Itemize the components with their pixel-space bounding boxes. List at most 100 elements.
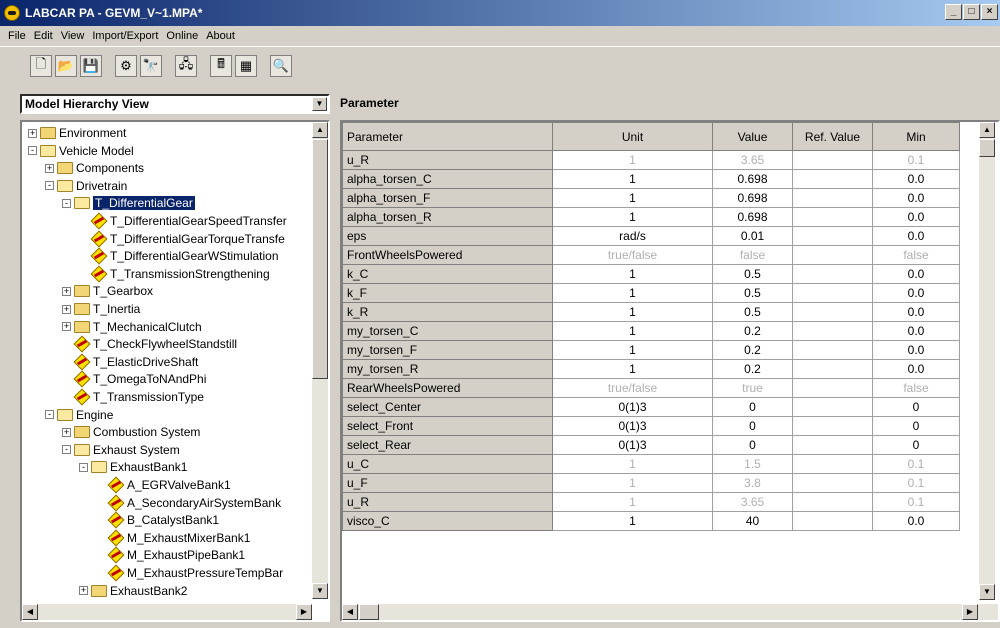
min-cell[interactable]: 0.0 <box>872 169 960 189</box>
tree-item[interactable]: + ExhaustBank2 <box>79 582 187 599</box>
scroll-right-button[interactable]: ▶ <box>296 604 312 620</box>
ref-cell[interactable] <box>792 340 873 360</box>
min-cell[interactable]: 0.1 <box>872 473 960 493</box>
tree-item[interactable]: + T_MechanicalClutch <box>62 318 202 336</box>
hierarchy-view-select[interactable]: Model Hierarchy View ▼ <box>20 94 330 114</box>
ref-cell[interactable] <box>792 321 873 341</box>
menu-file[interactable]: File <box>4 30 30 42</box>
tree-item[interactable]: + Environment <box>28 124 126 142</box>
value-cell[interactable]: 0.5 <box>712 283 793 303</box>
min-cell[interactable]: 0.1 <box>872 150 960 170</box>
unit-cell[interactable]: 0(1)3 <box>552 397 713 417</box>
tree-item[interactable]: - Drivetrain <box>45 177 127 195</box>
ref-cell[interactable] <box>792 454 873 474</box>
collapse-icon[interactable]: - <box>79 462 88 472</box>
find-icon[interactable]: 🔭 <box>140 54 162 77</box>
table-row[interactable]: visco_C 1 40 0.0 <box>342 511 960 531</box>
tree-item[interactable]: T_TransmissionType <box>62 388 204 406</box>
min-cell[interactable]: 0.0 <box>872 207 960 227</box>
table-row[interactable]: alpha_torsen_R 1 0.698 0.0 <box>342 207 960 227</box>
column-header[interactable]: Value <box>712 122 793 151</box>
menu-import-export[interactable]: Import/Export <box>88 30 162 42</box>
ref-cell[interactable] <box>792 397 873 417</box>
min-cell[interactable]: 0.0 <box>872 188 960 208</box>
tree-item[interactable]: M_ExhaustPressureTempBar <box>96 564 283 582</box>
minimize-button[interactable]: _ <box>945 4 962 20</box>
ref-cell[interactable] <box>792 283 873 303</box>
scroll-up-button[interactable]: ▲ <box>312 122 328 138</box>
unit-cell[interactable]: 1 <box>552 454 713 474</box>
ref-cell[interactable] <box>792 435 873 455</box>
tree-item[interactable]: T_ElasticDriveShaft <box>62 353 198 371</box>
open-icon[interactable]: 📂 <box>55 54 77 77</box>
scroll-left-button[interactable]: ◀ <box>22 604 38 620</box>
tree-item[interactable]: T_DifferentialGearWStimulation <box>79 247 279 265</box>
value-cell[interactable]: 3.65 <box>712 492 793 512</box>
ref-cell[interactable] <box>792 359 873 379</box>
min-cell[interactable]: 0.0 <box>872 302 960 322</box>
min-cell[interactable]: 0 <box>872 397 960 417</box>
column-header[interactable]: Min <box>872 122 960 151</box>
ref-cell[interactable] <box>792 416 873 436</box>
expand-icon[interactable]: + <box>62 286 71 296</box>
table-row[interactable]: RearWheelsPowered true/false true false <box>342 378 960 398</box>
min-cell[interactable]: 0.0 <box>872 321 960 341</box>
ref-cell[interactable] <box>792 188 873 208</box>
tree-item[interactable]: T_TransmissionStrengthening <box>79 265 270 283</box>
table-row[interactable]: alpha_torsen_C 1 0.698 0.0 <box>342 169 960 189</box>
table-row[interactable]: my_torsen_C 1 0.2 0.0 <box>342 321 960 341</box>
unit-cell[interactable]: true/false <box>552 245 713 265</box>
column-header[interactable]: Parameter <box>342 122 553 151</box>
table-row[interactable]: select_Front 0(1)3 0 0 <box>342 416 960 436</box>
table-scroll-thumb[interactable] <box>979 139 995 157</box>
grid-icon[interactable]: ▦ <box>235 54 257 77</box>
tree-vertical-scrollbar[interactable]: ▲ ▼ <box>312 122 328 599</box>
tree-item[interactable]: T_CheckFlywheelStandstill <box>62 335 237 353</box>
min-cell[interactable]: 0 <box>872 416 960 436</box>
value-cell[interactable]: true <box>712 378 793 398</box>
table-row[interactable]: select_Rear 0(1)3 0 0 <box>342 435 960 455</box>
value-cell[interactable]: 3.65 <box>712 150 793 170</box>
min-cell[interactable]: 0.0 <box>872 511 960 531</box>
menu-about[interactable]: About <box>202 30 239 42</box>
table-scroll-down-button[interactable]: ▼ <box>979 584 995 600</box>
tree-item[interactable]: - T_DifferentialGear <box>62 194 195 212</box>
value-cell[interactable]: 0.01 <box>712 226 793 246</box>
value-cell[interactable]: 0.5 <box>712 302 793 322</box>
table-horizontal-scrollbar[interactable]: ◀ ▶ <box>342 604 998 620</box>
unit-cell[interactable]: true/false <box>552 378 713 398</box>
network-icon[interactable]: 🖧 <box>175 54 197 77</box>
unit-cell[interactable]: 1 <box>552 492 713 512</box>
table-row[interactable]: FrontWheelsPowered true/false false false <box>342 245 960 265</box>
maximize-button[interactable]: □ <box>963 4 980 20</box>
tree-item[interactable]: + Components <box>45 159 144 177</box>
preview-icon[interactable]: 🔍 <box>270 54 292 77</box>
table-row[interactable]: k_R 1 0.5 0.0 <box>342 302 960 322</box>
tree-item[interactable]: + Combustion System <box>62 423 200 441</box>
new-icon[interactable]: 🗋 <box>30 54 52 77</box>
tree-item[interactable]: - Vehicle Model <box>28 142 134 160</box>
calculator-icon[interactable]: 🖩 <box>210 54 232 77</box>
value-cell[interactable]: 0.698 <box>712 188 793 208</box>
table-row[interactable]: u_R 1 3.65 0.1 <box>342 492 960 512</box>
tree-item[interactable]: - Exhaust System <box>62 441 180 459</box>
expand-icon[interactable]: + <box>28 128 37 138</box>
tree-item[interactable]: B_CatalystBank1 <box>96 511 219 529</box>
min-cell[interactable]: 0.0 <box>872 359 960 379</box>
unit-cell[interactable]: 1 <box>552 473 713 493</box>
table-row[interactable]: select_Center 0(1)3 0 0 <box>342 397 960 417</box>
collapse-icon[interactable]: - <box>28 146 37 156</box>
unit-cell[interactable]: 1 <box>552 150 713 170</box>
collapse-icon[interactable]: - <box>45 410 54 420</box>
tree-item[interactable]: T_DifferentialGearSpeedTransfer <box>79 212 287 230</box>
collapse-icon[interactable]: - <box>62 445 71 455</box>
ref-cell[interactable] <box>792 207 873 227</box>
value-cell[interactable]: 0.698 <box>712 169 793 189</box>
ref-cell[interactable] <box>792 378 873 398</box>
unit-cell[interactable]: 1 <box>552 359 713 379</box>
tree-item[interactable]: A_SecondaryAirSystemBank <box>96 494 281 512</box>
value-cell[interactable]: 1.5 <box>712 454 793 474</box>
expand-icon[interactable]: + <box>79 586 88 596</box>
unit-cell[interactable]: 1 <box>552 511 713 531</box>
table-hscroll-thumb[interactable] <box>359 604 379 620</box>
